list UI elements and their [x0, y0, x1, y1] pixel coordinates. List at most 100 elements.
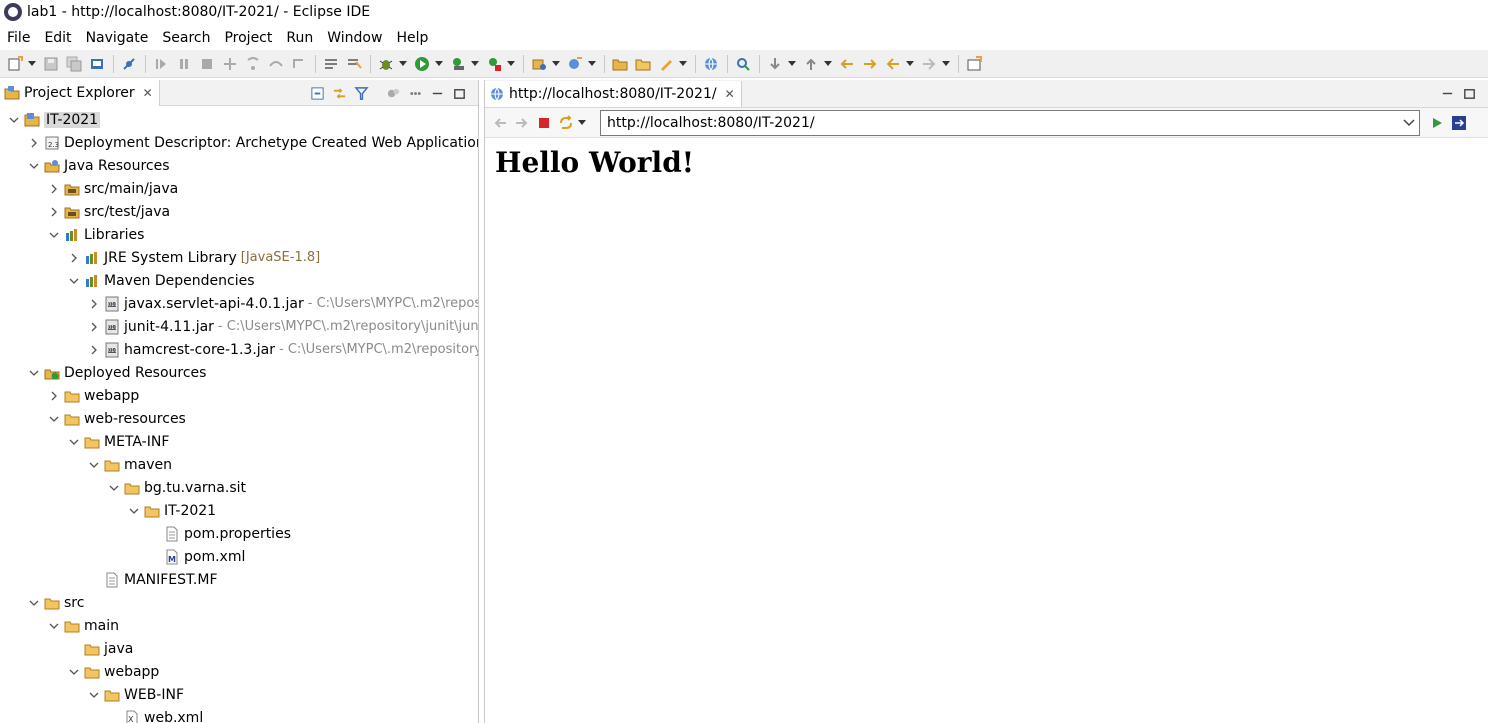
- last-edit-location-icon[interactable]: [836, 53, 858, 75]
- skip-breakpoints-icon[interactable]: [118, 53, 140, 75]
- tree-item[interactable]: src/main/java: [0, 177, 478, 200]
- tree-item[interactable]: Java Resources: [0, 154, 478, 177]
- menu-navigate[interactable]: Navigate: [79, 27, 156, 49]
- forward-icon[interactable]: [918, 53, 940, 75]
- new-dropdown-icon[interactable]: [27, 53, 37, 75]
- forward-edit-icon[interactable]: [859, 53, 881, 75]
- tree-item[interactable]: META-INF: [0, 430, 478, 453]
- link-with-editor-icon[interactable]: [328, 82, 350, 104]
- tree-item[interactable]: 2.3 Deployment Descriptor: Archetype Crea…: [0, 131, 478, 154]
- maximize-icon[interactable]: [1458, 82, 1480, 104]
- run-icon[interactable]: [411, 53, 433, 75]
- collapse-all-icon[interactable]: [306, 82, 328, 104]
- previous-annotation-icon[interactable]: [800, 53, 822, 75]
- previous-annotation-dropdown-icon[interactable]: [823, 53, 833, 75]
- external-tools-icon[interactable]: [483, 53, 505, 75]
- chevron-right-icon[interactable]: [84, 340, 104, 360]
- tree-item[interactable]: JRE System Library [JavaSE-1.8]: [0, 246, 478, 269]
- debug-icon[interactable]: [375, 53, 397, 75]
- chevron-down-icon[interactable]: [24, 363, 44, 383]
- chevron-right-icon[interactable]: [84, 317, 104, 337]
- back-icon[interactable]: [882, 53, 904, 75]
- minimize-icon[interactable]: [1436, 82, 1458, 104]
- chevron-down-icon[interactable]: [44, 225, 64, 245]
- view-menu-icon[interactable]: [404, 82, 426, 104]
- new-server-dropdown-icon[interactable]: [551, 53, 561, 75]
- tree-item[interactable]: 010 javax.servlet-api-4.0.1.jar - C:\Users…: [0, 292, 478, 315]
- tree-item[interactable]: 010 junit-4.11.jar - C:\Users\MYPC\.m2\rep…: [0, 315, 478, 338]
- url-input[interactable]: [607, 114, 1397, 131]
- chevron-right-icon[interactable]: [44, 386, 64, 406]
- tree-item[interactable]: Mpom.xml: [0, 545, 478, 568]
- resume-icon[interactable]: [150, 53, 172, 75]
- suspend-icon[interactable]: [173, 53, 195, 75]
- chevron-right-icon[interactable]: [64, 248, 84, 268]
- forward-dropdown-icon[interactable]: [941, 53, 951, 75]
- browser-forward-icon[interactable]: [511, 112, 533, 134]
- new-server-icon[interactable]: [528, 53, 550, 75]
- tree-item[interactable]: Deployed Resources: [0, 361, 478, 384]
- chevron-right-icon[interactable]: [44, 179, 64, 199]
- tree-item[interactable]: webapp: [0, 660, 478, 683]
- chevron-down-icon[interactable]: [24, 156, 44, 176]
- url-field[interactable]: [600, 109, 1420, 136]
- chevron-down-icon[interactable]: [104, 478, 124, 498]
- chevron-down-icon[interactable]: [64, 271, 84, 291]
- chevron-down-icon[interactable]: [64, 662, 84, 682]
- step-into-icon[interactable]: [242, 53, 264, 75]
- chevron-down-icon[interactable]: [84, 455, 104, 475]
- focus-icon[interactable]: [382, 82, 404, 104]
- open-type-icon[interactable]: [343, 53, 365, 75]
- tab-project-explorer[interactable]: Project Explorer ✕: [0, 80, 160, 106]
- menu-help[interactable]: Help: [389, 27, 435, 49]
- coverage-dropdown-icon[interactable]: [470, 53, 480, 75]
- chevron-down-icon[interactable]: [44, 616, 64, 636]
- tree-item[interactable]: WEB-INF: [0, 683, 478, 706]
- tree-item[interactable]: bg.tu.varna.sit: [0, 476, 478, 499]
- pencil-dropdown-icon[interactable]: [678, 53, 688, 75]
- tree-item[interactable]: IT-2021: [0, 499, 478, 522]
- browser-settings-icon[interactable]: [1448, 112, 1470, 134]
- browser-back-icon[interactable]: [489, 112, 511, 134]
- open-perspective-icon[interactable]: [963, 53, 985, 75]
- new-web-project-icon[interactable]: [564, 53, 586, 75]
- web-browser-icon[interactable]: [700, 53, 722, 75]
- search-icon[interactable]: [732, 53, 754, 75]
- close-icon[interactable]: ✕: [143, 86, 153, 100]
- save-icon[interactable]: [40, 53, 62, 75]
- chevron-down-icon[interactable]: [4, 110, 24, 130]
- new-web-project-dropdown-icon[interactable]: [587, 53, 597, 75]
- tree-item[interactable]: src/test/java: [0, 200, 478, 223]
- pencil-icon[interactable]: [655, 53, 677, 75]
- minimize-icon[interactable]: [426, 82, 448, 104]
- chevron-down-icon[interactable]: [124, 501, 144, 521]
- debug-dropdown-icon[interactable]: [398, 53, 408, 75]
- chevron-down-icon[interactable]: [24, 593, 44, 613]
- new-wizard-icon[interactable]: [4, 53, 26, 75]
- menu-window[interactable]: Window: [320, 27, 389, 49]
- menu-run[interactable]: Run: [279, 27, 320, 49]
- chevron-down-icon[interactable]: [84, 685, 104, 705]
- menu-project[interactable]: Project: [217, 27, 279, 49]
- step-over-icon[interactable]: [265, 53, 287, 75]
- console-icon[interactable]: [86, 53, 108, 75]
- maximize-icon[interactable]: [448, 82, 470, 104]
- tree-item[interactable]: maven: [0, 453, 478, 476]
- tab-browser[interactable]: http://localhost:8080/IT-2021/ ✕: [485, 80, 742, 107]
- back-dropdown-icon[interactable]: [905, 53, 915, 75]
- next-annotation-icon[interactable]: [764, 53, 786, 75]
- terminate-icon[interactable]: [196, 53, 218, 75]
- open-project-icon[interactable]: [632, 53, 654, 75]
- chevron-down-icon[interactable]: [1403, 118, 1415, 128]
- menu-edit[interactable]: Edit: [37, 27, 78, 49]
- external-tools-dropdown-icon[interactable]: [506, 53, 516, 75]
- run-dropdown-icon[interactable]: [434, 53, 444, 75]
- chevron-right-icon[interactable]: [24, 133, 44, 153]
- tree-item[interactable]: java: [0, 637, 478, 660]
- browser-stop-icon[interactable]: [533, 112, 555, 134]
- chevron-down-icon[interactable]: [44, 409, 64, 429]
- next-annotation-dropdown-icon[interactable]: [787, 53, 797, 75]
- tree-item[interactable]: src: [0, 591, 478, 614]
- refresh-dropdown-icon[interactable]: [577, 112, 587, 134]
- chevron-right-icon[interactable]: [44, 202, 64, 222]
